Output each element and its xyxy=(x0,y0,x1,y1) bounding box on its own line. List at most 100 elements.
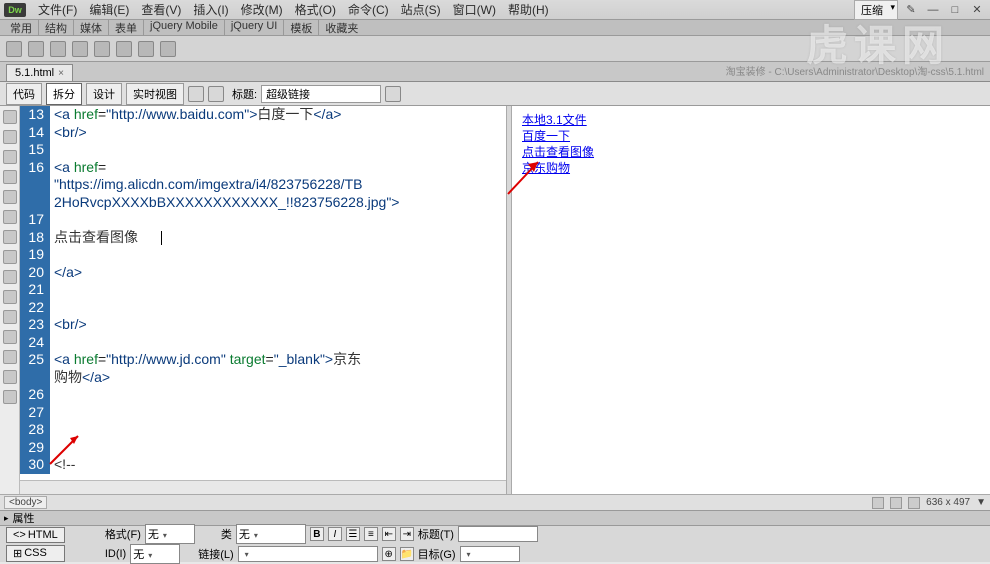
insert-tab[interactable]: 媒体 xyxy=(74,20,109,36)
menu-item[interactable]: 站点(S) xyxy=(395,3,447,17)
dropdown-arrow-icon[interactable]: ▼ xyxy=(976,497,986,508)
code-line[interactable]: 20</a> xyxy=(20,264,506,282)
menu-item[interactable]: 插入(I) xyxy=(187,3,234,17)
code-line[interactable]: "https://img.alicdn.com/imgextra/i4/8237… xyxy=(20,176,506,194)
browse-icon[interactable]: 📁 xyxy=(400,547,414,561)
gutter-icon[interactable] xyxy=(3,390,17,404)
title-input[interactable] xyxy=(458,526,538,542)
code-line[interactable]: 26 xyxy=(20,386,506,404)
link-dropdown[interactable] xyxy=(238,546,378,562)
menu-item[interactable]: 文件(F) xyxy=(32,3,83,17)
code-line[interactable]: 30<!-- xyxy=(20,456,506,474)
code-line[interactable]: 15 xyxy=(20,141,506,159)
menu-item[interactable]: 格式(O) xyxy=(289,3,342,17)
insert-tab[interactable]: 结构 xyxy=(39,20,74,36)
design-view-button[interactable]: 设计 xyxy=(86,83,122,105)
code-line[interactable]: 27 xyxy=(20,404,506,422)
gutter-icon[interactable] xyxy=(3,130,17,144)
code-line[interactable]: 19 xyxy=(20,246,506,264)
link-chain-icon[interactable]: ⊕ xyxy=(382,547,396,561)
indent-icon[interactable]: ⇥ xyxy=(400,527,414,541)
status-icon[interactable] xyxy=(872,497,884,509)
status-icon[interactable] xyxy=(890,497,902,509)
code-line[interactable]: 23<br/> xyxy=(20,316,506,334)
gutter-icon[interactable] xyxy=(3,310,17,324)
preview-link[interactable]: 京东购物 xyxy=(522,160,980,176)
insert-icon[interactable] xyxy=(160,41,176,57)
id-dropdown[interactable]: 无 xyxy=(130,544,180,564)
insert-icon[interactable] xyxy=(138,41,154,57)
gutter-icon[interactable] xyxy=(3,190,17,204)
menu-item[interactable]: 修改(M) xyxy=(235,3,289,17)
code-line[interactable]: 16<a href= xyxy=(20,159,506,177)
code-line[interactable]: 24 xyxy=(20,334,506,352)
css-mode-button[interactable]: ⊞CSS xyxy=(6,545,65,562)
toolbar-icon[interactable] xyxy=(188,86,204,102)
menu-item[interactable]: 编辑(E) xyxy=(83,3,135,17)
insert-tab[interactable]: 收藏夹 xyxy=(319,20,364,36)
gutter-icon[interactable] xyxy=(3,330,17,344)
code-line[interactable]: 25<a href="http://www.jd.com" target="_b… xyxy=(20,351,506,369)
italic-icon[interactable]: I xyxy=(328,527,342,541)
menu-item[interactable]: 命令(C) xyxy=(342,3,395,17)
close-icon[interactable]: ✕ xyxy=(968,3,986,17)
preview-link[interactable]: 本地3.1文件 xyxy=(522,112,980,128)
gutter-icon[interactable] xyxy=(3,230,17,244)
insert-tab[interactable]: jQuery UI xyxy=(225,20,284,36)
maximize-icon[interactable]: □ xyxy=(946,3,964,17)
insert-tab[interactable]: 表单 xyxy=(109,20,144,36)
code-view-button[interactable]: 代码 xyxy=(6,83,42,105)
gutter-icon[interactable] xyxy=(3,210,17,224)
target-dropdown[interactable] xyxy=(460,546,520,562)
split-view-button[interactable]: 拆分 xyxy=(46,83,82,105)
toolbar-icon[interactable] xyxy=(208,86,224,102)
preview-link[interactable]: 点击查看图像 xyxy=(522,144,980,160)
collapse-icon[interactable]: ▸ xyxy=(4,513,9,524)
code-line[interactable]: 13<a href="http://www.baidu.com">白度一下</a… xyxy=(20,106,506,124)
code-line[interactable]: 2HoRvcpXXXXbBXXXXXXXXXXXX_!!823756228.jp… xyxy=(20,194,506,212)
gutter-icon[interactable] xyxy=(3,110,17,124)
layout-dropdown[interactable]: 压缩 xyxy=(854,0,898,20)
status-icon[interactable] xyxy=(908,497,920,509)
toolbar-icon[interactable] xyxy=(385,86,401,102)
bold-icon[interactable]: B xyxy=(310,527,324,541)
code-line[interactable]: 28 xyxy=(20,421,506,439)
insert-icon[interactable] xyxy=(28,41,44,57)
html-mode-button[interactable]: <>HTML xyxy=(6,527,65,543)
menu-item[interactable]: 查看(V) xyxy=(135,3,187,17)
document-tab[interactable]: 5.1.html × xyxy=(6,64,73,81)
close-tab-icon[interactable]: × xyxy=(58,68,64,79)
insert-icon[interactable] xyxy=(116,41,132,57)
gutter-icon[interactable] xyxy=(3,350,17,364)
ol-icon[interactable]: ≡ xyxy=(364,527,378,541)
menu-item[interactable]: 窗口(W) xyxy=(447,3,502,17)
code-line[interactable]: 购物</a> xyxy=(20,369,506,387)
gutter-icon[interactable] xyxy=(3,270,17,284)
code-line[interactable]: 17 xyxy=(20,211,506,229)
menu-item[interactable]: 帮助(H) xyxy=(502,3,555,17)
code-line[interactable]: 21 xyxy=(20,281,506,299)
page-title-input[interactable] xyxy=(261,85,381,103)
insert-icon[interactable] xyxy=(50,41,66,57)
insert-icon[interactable] xyxy=(72,41,88,57)
gutter-icon[interactable] xyxy=(3,250,17,264)
insert-icon[interactable] xyxy=(94,41,110,57)
insert-tab[interactable]: 常用 xyxy=(4,20,39,36)
insert-tab[interactable]: jQuery Mobile xyxy=(144,20,225,36)
gutter-icon[interactable] xyxy=(3,370,17,384)
preview-link[interactable]: 百度一下 xyxy=(522,128,980,144)
live-view-button[interactable]: 实时视图 xyxy=(126,83,184,105)
gutter-icon[interactable] xyxy=(3,170,17,184)
gutter-icon[interactable] xyxy=(3,150,17,164)
outdent-icon[interactable]: ⇤ xyxy=(382,527,396,541)
code-line[interactable]: 14<br/> xyxy=(20,124,506,142)
insert-tab[interactable]: 模板 xyxy=(284,20,319,36)
class-dropdown[interactable]: 无 xyxy=(236,524,306,544)
ul-icon[interactable]: ☰ xyxy=(346,527,360,541)
format-dropdown[interactable]: 无 xyxy=(145,524,195,544)
tag-selector[interactable]: <body> xyxy=(4,496,47,509)
code-line[interactable]: 29 xyxy=(20,439,506,457)
code-editor[interactable]: 13<a href="http://www.baidu.com">白度一下</a… xyxy=(20,106,506,494)
minimize-icon[interactable]: — xyxy=(924,3,942,17)
insert-icon[interactable] xyxy=(6,41,22,57)
